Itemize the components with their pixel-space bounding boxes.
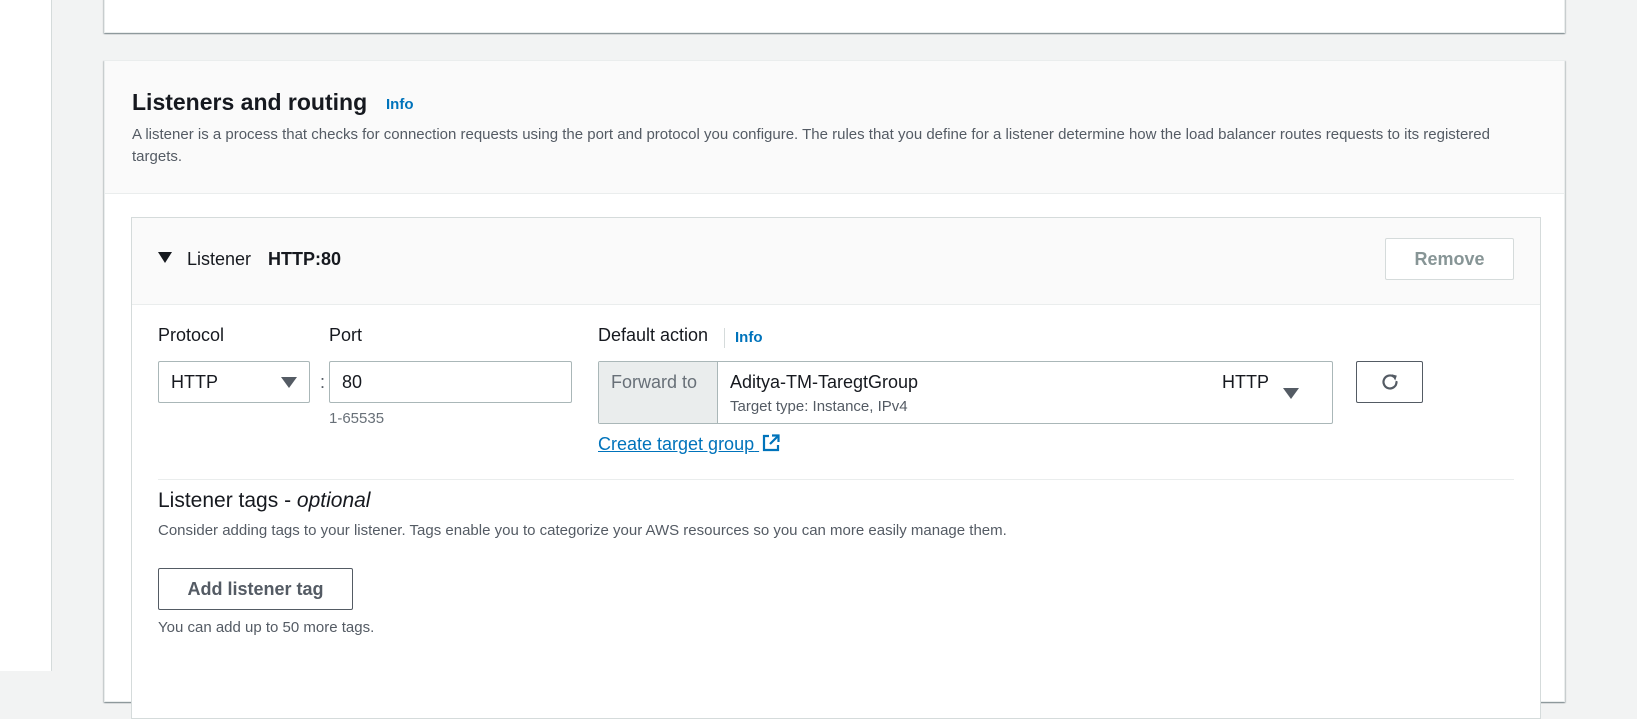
port-label: Port [329,325,363,345]
dropdown-arrow-icon [1283,388,1299,399]
label-info-divider [724,328,725,348]
refresh-target-groups-button[interactable] [1356,361,1423,403]
create-target-group-link[interactable]: Create target group [598,433,781,455]
port-hint: 1-65535 [329,410,385,427]
caret-down-icon[interactable] [158,252,172,263]
listener-tags-optional: optional [296,489,371,512]
section-header: Listeners and routing Info A listener is… [105,61,1564,194]
forward-to-prefix: Forward to [599,362,718,423]
listener-tags-title: Listener tags - optional [158,489,370,513]
protocol-port-separator: : [320,372,326,392]
listener-label: Listener [187,249,252,269]
external-link-icon [763,434,780,452]
listener-tags-title-text: Listener tags - [158,489,297,512]
left-navigation-rail [0,0,52,671]
listener-tags-description: Consider adding tags to your listener. T… [158,522,1007,539]
section-divider [158,479,1514,480]
listener-container: Listener HTTP:80 Remove Protocol HTTP : … [131,217,1541,719]
listener-tags-hint: You can add up to 50 more tags. [158,619,375,636]
default-action-info-link[interactable]: Info [735,329,763,346]
remove-listener-button[interactable]: Remove [1385,238,1514,280]
listener-value: HTTP:80 [268,249,342,269]
port-input[interactable] [329,361,572,403]
dropdown-arrow-icon [281,377,297,388]
default-action-label: Default action [598,325,709,345]
listeners-and-routing-card: Listeners and routing Info A listener is… [104,60,1565,719]
protocol-label: Protocol [158,325,225,345]
target-group-name: Aditya-TM-TaregtGroup [730,372,919,392]
target-group-protocol: HTTP [1222,372,1269,392]
target-group-select[interactable]: Aditya-TM-TaregtGroup HTTP Target type: … [718,362,1313,423]
listener-header[interactable]: Listener HTTP:80 Remove [132,218,1540,305]
target-group-type: Target type: Instance, IPv4 [730,398,908,415]
section-info-link[interactable]: Info [386,96,414,113]
default-action-select-group: Forward to Aditya-TM-TaregtGroup HTTP Ta… [598,361,1333,424]
previous-section-card [104,0,1565,33]
forward-to-text: Forward to [611,372,698,392]
section-title: Listeners and routing [132,89,368,115]
protocol-select[interactable]: HTTP [158,361,310,403]
section-description: A listener is a process that checks for … [132,126,1490,165]
add-listener-tag-button[interactable]: Add listener tag [158,568,353,610]
refresh-icon [1381,374,1398,390]
create-target-group-text: Create target group [598,434,755,454]
protocol-selected-value: HTTP [171,372,218,392]
